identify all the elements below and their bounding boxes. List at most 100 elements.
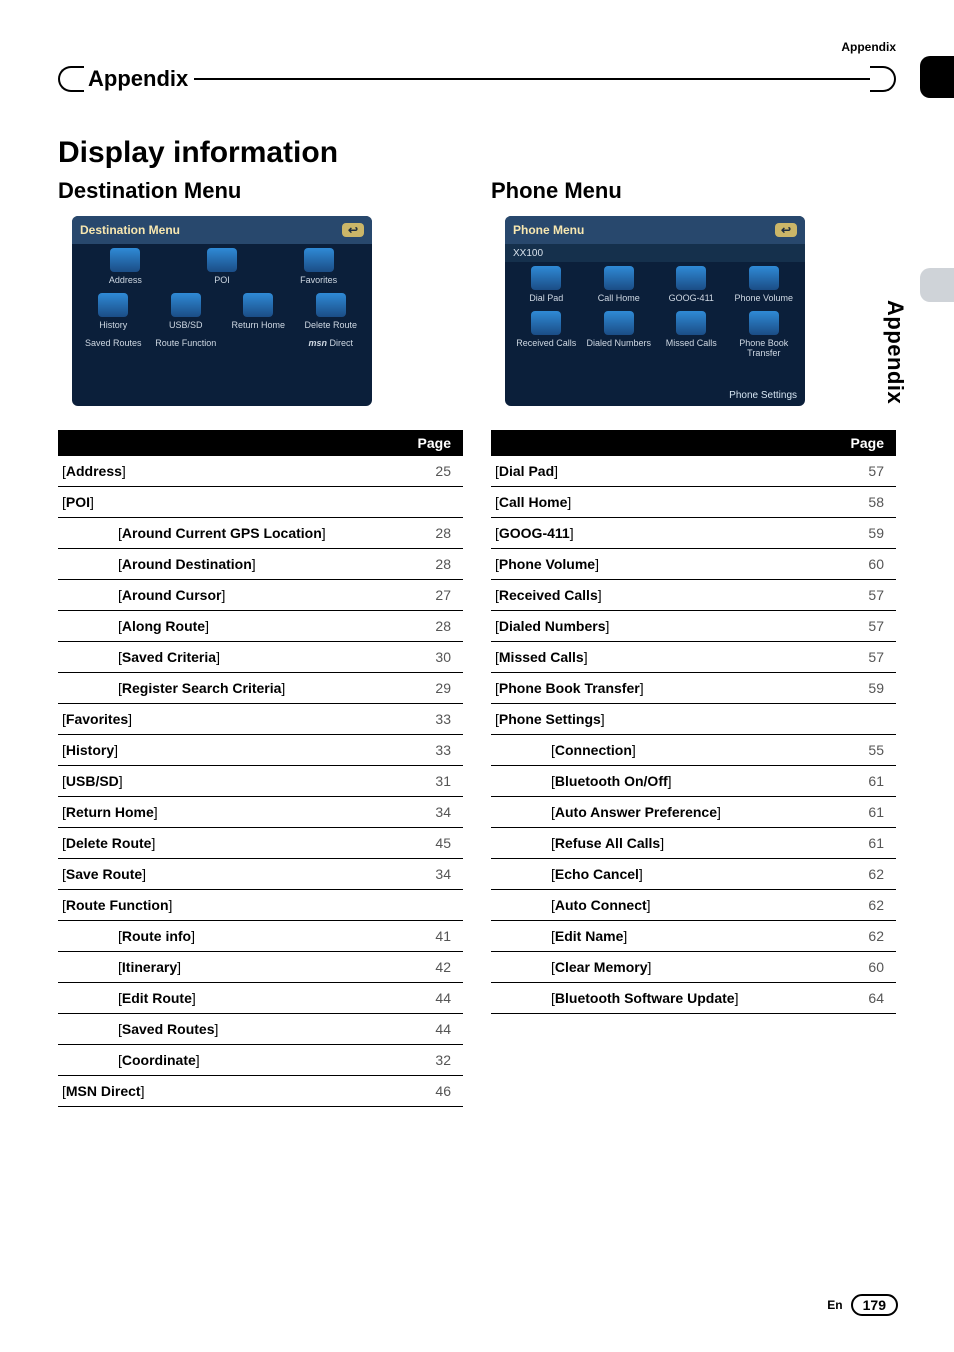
- page-cell: 59: [843, 673, 896, 704]
- page-cell: 57: [843, 642, 896, 673]
- table-row: [Clear Memory]60: [491, 952, 896, 983]
- entry-cell: [Register Search Criteria]: [58, 673, 410, 704]
- tile-call-home: Call Home: [584, 266, 655, 303]
- entry-cell: [Refuse All Calls]: [491, 828, 843, 859]
- page-cell: 60: [843, 549, 896, 580]
- entry-cell: [Favorites]: [58, 704, 410, 735]
- page-number-footer: En 179: [827, 1294, 898, 1316]
- phone-shot-header: Phone Menu ↩: [505, 216, 805, 244]
- tile-phone-volume: Phone Volume: [729, 266, 800, 303]
- page-cell: 61: [843, 766, 896, 797]
- tile-label: Return Home: [231, 320, 285, 330]
- back-icon: ↩: [342, 223, 364, 237]
- table-row: [Delete Route]45: [58, 828, 463, 859]
- dest-row1: Address POI Favorites: [72, 244, 372, 289]
- table-row: [Auto Connect]62: [491, 890, 896, 921]
- page-cell: 27: [410, 580, 463, 611]
- entry-cell: [Edit Route]: [58, 983, 410, 1014]
- page-cell: 45: [410, 828, 463, 859]
- page-cell: 33: [410, 735, 463, 766]
- top-appendix-label: Appendix: [841, 40, 896, 54]
- entry-cell: [Missed Calls]: [491, 642, 843, 673]
- page-cell: [843, 704, 896, 735]
- entry-cell: [Itinerary]: [58, 952, 410, 983]
- dialed-icon: [604, 311, 634, 335]
- entry-cell: [Auto Answer Preference]: [491, 797, 843, 828]
- col-header-page: Page: [843, 430, 896, 456]
- tile-label: Call Home: [598, 293, 640, 303]
- entry-cell: [Auto Connect]: [491, 890, 843, 921]
- entry-cell: [Bluetooth On/Off]: [491, 766, 843, 797]
- phone-menu-heading: Phone Menu: [491, 178, 896, 204]
- vertical-section-label: Appendix: [882, 300, 908, 404]
- entry-cell: [Return Home]: [58, 797, 410, 828]
- table-row: [Along Route]28: [58, 611, 463, 642]
- chapter-title: Appendix: [84, 66, 198, 92]
- table-row: [History]33: [58, 735, 463, 766]
- grey-side-tab: [920, 268, 954, 302]
- tile-return-home: Return Home: [223, 293, 294, 330]
- black-side-tab: [920, 56, 954, 98]
- dest-shot-title: Destination Menu: [80, 223, 180, 237]
- tile-saved-routes: Saved Routes: [78, 338, 149, 348]
- phone-shot-title: Phone Menu: [513, 223, 584, 237]
- table-row: [Phone Book Transfer]59: [491, 673, 896, 704]
- table-row: [Dial Pad]57: [491, 456, 896, 487]
- table-row: [USB/SD]31: [58, 766, 463, 797]
- page-cell: 46: [410, 1076, 463, 1107]
- tile-poi: POI: [175, 248, 270, 285]
- page-cell: 34: [410, 859, 463, 890]
- phone-row1: Dial Pad Call Home GOOG-411 Phone Volume: [505, 262, 805, 307]
- col-header-blank: [58, 430, 410, 456]
- entry-cell: [Route Function]: [58, 890, 410, 921]
- tile-dial-pad: Dial Pad: [511, 266, 582, 303]
- phone-index-table: Page [Dial Pad]57[Call Home]58[GOOG-411]…: [491, 430, 896, 1014]
- page-cell: 55: [843, 735, 896, 766]
- table-row: [Save Route]34: [58, 859, 463, 890]
- tile-label: Dialed Numbers: [586, 338, 651, 348]
- table-row: [Phone Volume]60: [491, 549, 896, 580]
- home-icon: [243, 293, 273, 317]
- entry-cell: [Save Route]: [58, 859, 410, 890]
- table-row: [Favorites]33: [58, 704, 463, 735]
- volume-icon: [749, 266, 779, 290]
- phone-shot-subheader: XX100: [505, 244, 805, 262]
- dest-row3: Saved Routes Route Function msn Direct: [72, 334, 372, 352]
- entry-cell: [Phone Volume]: [491, 549, 843, 580]
- page-cell: [410, 890, 463, 921]
- history-icon: [98, 293, 128, 317]
- page-cell: 29: [410, 673, 463, 704]
- entry-cell: [Connection]: [491, 735, 843, 766]
- phone-menu-screenshot: Phone Menu ↩ XX100 Dial Pad Call Home GO…: [505, 216, 805, 406]
- page-cell: 57: [843, 456, 896, 487]
- table-row: [Around Destination]28: [58, 549, 463, 580]
- table-row: [Itinerary]42: [58, 952, 463, 983]
- table-row: [Route Function]: [58, 890, 463, 921]
- tile-dialed-numbers: Dialed Numbers: [584, 311, 655, 358]
- tile-label: POI: [214, 275, 230, 285]
- page-cell: 61: [843, 797, 896, 828]
- page-cell: 44: [410, 983, 463, 1014]
- entry-cell: [Phone Book Transfer]: [491, 673, 843, 704]
- favorites-icon: [304, 248, 334, 272]
- tile-label: Missed Calls: [666, 338, 717, 348]
- table-row: [Auto Answer Preference]61: [491, 797, 896, 828]
- tile-label: Phone Volume: [734, 293, 793, 303]
- entry-cell: [Clear Memory]: [491, 952, 843, 983]
- entry-cell: [Dial Pad]: [491, 456, 843, 487]
- table-row: [Route info]41: [58, 921, 463, 952]
- usb-icon: [171, 293, 201, 317]
- pill-cap-left: [58, 66, 84, 92]
- page-cell: 28: [410, 549, 463, 580]
- tile-route-function: Route Function: [151, 338, 222, 348]
- table-row: [Call Home]58: [491, 487, 896, 518]
- col-header-blank: [491, 430, 843, 456]
- tile-favorites: Favorites: [271, 248, 366, 285]
- table-row: [Coordinate]32: [58, 1045, 463, 1076]
- tile-delete-route: Delete Route: [296, 293, 367, 330]
- table-row: [Received Calls]57: [491, 580, 896, 611]
- poi-icon: [207, 248, 237, 272]
- transfer-icon: [749, 311, 779, 335]
- phone-settings-label: Phone Settings: [729, 390, 797, 401]
- page-cell: 62: [843, 859, 896, 890]
